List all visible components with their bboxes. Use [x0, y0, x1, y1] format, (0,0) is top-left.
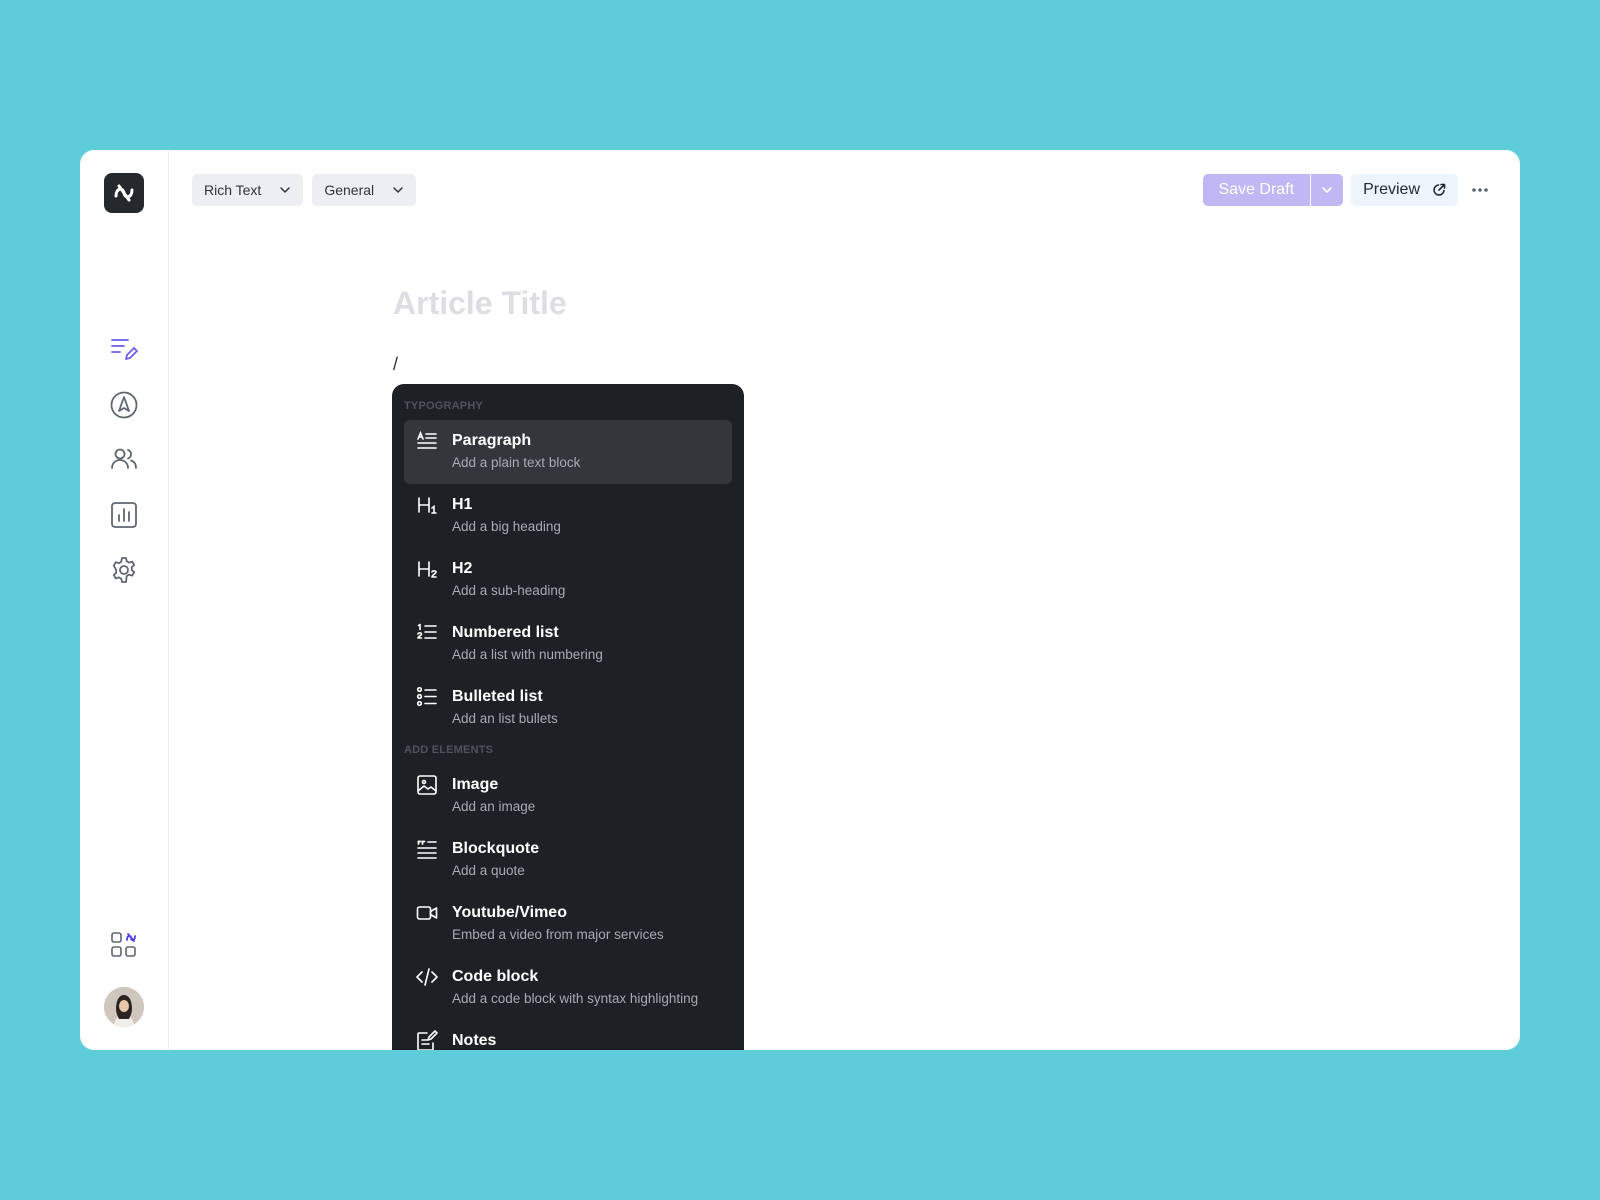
menu-item-title: Bulleted list	[452, 688, 543, 705]
external-link-icon	[1433, 183, 1446, 196]
heading1-icon	[418, 497, 437, 514]
bulleted-list-icon	[416, 686, 437, 707]
sidebar	[80, 150, 169, 1050]
menu-item-desc: Add a sub-heading	[452, 583, 566, 598]
menu-item-desc: Add a list with numbering	[452, 647, 603, 662]
heading2-icon	[418, 561, 437, 578]
sidebar-item-users[interactable]	[108, 443, 140, 475]
preview-button[interactable]: Preview	[1351, 174, 1458, 206]
menu-item-desc: Embed a video from major services	[452, 927, 664, 942]
article-title-input[interactable]	[393, 285, 893, 322]
save-options-button[interactable]	[1310, 174, 1344, 206]
menu-item-blockquote[interactable]: Blockquote Add a quote	[404, 828, 732, 892]
chevron-down-icon	[1322, 187, 1332, 193]
menu-item-h1[interactable]: H1 Add a big heading	[404, 484, 732, 548]
users-icon	[111, 448, 137, 469]
more-horizontal-icon	[1472, 188, 1488, 192]
code-icon	[416, 968, 438, 986]
content-type-label: Rich Text	[204, 182, 262, 198]
more-options-button[interactable]	[1468, 174, 1492, 206]
toolbar-left: Rich Text General	[192, 174, 417, 206]
menu-item-title: H1	[452, 496, 473, 513]
paragraph-icon	[417, 430, 437, 449]
save-draft-button[interactable]: Save Draft	[1202, 174, 1311, 206]
menu-item-title: H2	[452, 560, 473, 577]
sidebar-item-apps[interactable]	[108, 929, 140, 961]
menu-item-numbered-list[interactable]: Numbered list Add a list with numbering	[404, 612, 732, 676]
video-icon	[416, 906, 438, 920]
chevron-down-icon	[393, 187, 403, 193]
category-dropdown[interactable]: General	[312, 174, 417, 206]
menu-item-desc: Add an list bullets	[452, 711, 558, 726]
slash-command-menu: TYPOGRAPHY Paragraph Add a plain text bl…	[392, 384, 744, 1050]
compass-icon	[110, 391, 138, 419]
menu-item-title: Code block	[452, 968, 539, 985]
menu-item-title: Notes	[452, 1032, 497, 1049]
sidebar-item-analytics[interactable]	[108, 499, 140, 531]
blockquote-icon	[417, 840, 437, 859]
menu-item-h2[interactable]: H2 Add a sub-heading	[404, 548, 732, 612]
menu-item-notes[interactable]: Notes	[404, 1020, 732, 1050]
edit-article-icon	[111, 339, 138, 360]
app-window: Rich Text General Save Draft Preview /	[80, 150, 1520, 1050]
section-label-typography: TYPOGRAPHY	[404, 400, 484, 412]
section-label-elements: ADD ELEMENTS	[404, 744, 494, 756]
sidebar-item-settings[interactable]	[108, 554, 140, 586]
app-logo[interactable]	[104, 173, 144, 213]
content-type-dropdown[interactable]: Rich Text	[192, 174, 304, 206]
gear-icon	[112, 557, 136, 583]
menu-item-desc: Add a quote	[452, 863, 525, 878]
preview-label: Preview	[1363, 181, 1420, 198]
toolbar-right: Save Draft Preview	[1202, 174, 1493, 206]
menu-item-title: Image	[452, 776, 499, 793]
menu-item-title: Numbered list	[452, 624, 559, 641]
menu-item-title: Blockquote	[452, 840, 540, 857]
menu-item-image[interactable]: Image Add an image	[404, 764, 732, 828]
image-icon	[417, 775, 437, 795]
analytics-icon	[111, 502, 137, 528]
menu-item-bulleted-list[interactable]: Bulleted list Add an list bullets	[404, 676, 732, 740]
menu-item-desc: Add a plain text block	[452, 455, 581, 470]
menu-item-code-block[interactable]: Code block Add a code block with syntax …	[404, 956, 732, 1020]
category-label: General	[324, 182, 375, 198]
menu-item-video[interactable]: Youtube/Vimeo Embed a video from major s…	[404, 892, 732, 956]
menu-item-desc: Add an image	[452, 799, 536, 814]
editor-command-text[interactable]: /	[393, 354, 398, 375]
notes-icon	[417, 1030, 438, 1050]
menu-item-title: Youtube/Vimeo	[452, 904, 567, 921]
menu-item-desc: Add a code block with syntax highlightin…	[452, 991, 699, 1006]
logo-icon	[114, 184, 134, 202]
menu-item-title: Paragraph	[452, 432, 532, 449]
avatar[interactable]	[104, 987, 144, 1027]
apps-grid-icon	[111, 932, 136, 957]
numbered-list-icon	[417, 623, 437, 639]
menu-item-paragraph[interactable]: Paragraph Add a plain text block	[404, 420, 732, 484]
sidebar-item-discover[interactable]	[108, 389, 140, 421]
chevron-down-icon	[280, 187, 291, 193]
menu-item-desc: Add a big heading	[452, 519, 561, 534]
user-avatar-icon	[104, 987, 144, 1027]
sidebar-item-articles[interactable]	[108, 334, 140, 366]
